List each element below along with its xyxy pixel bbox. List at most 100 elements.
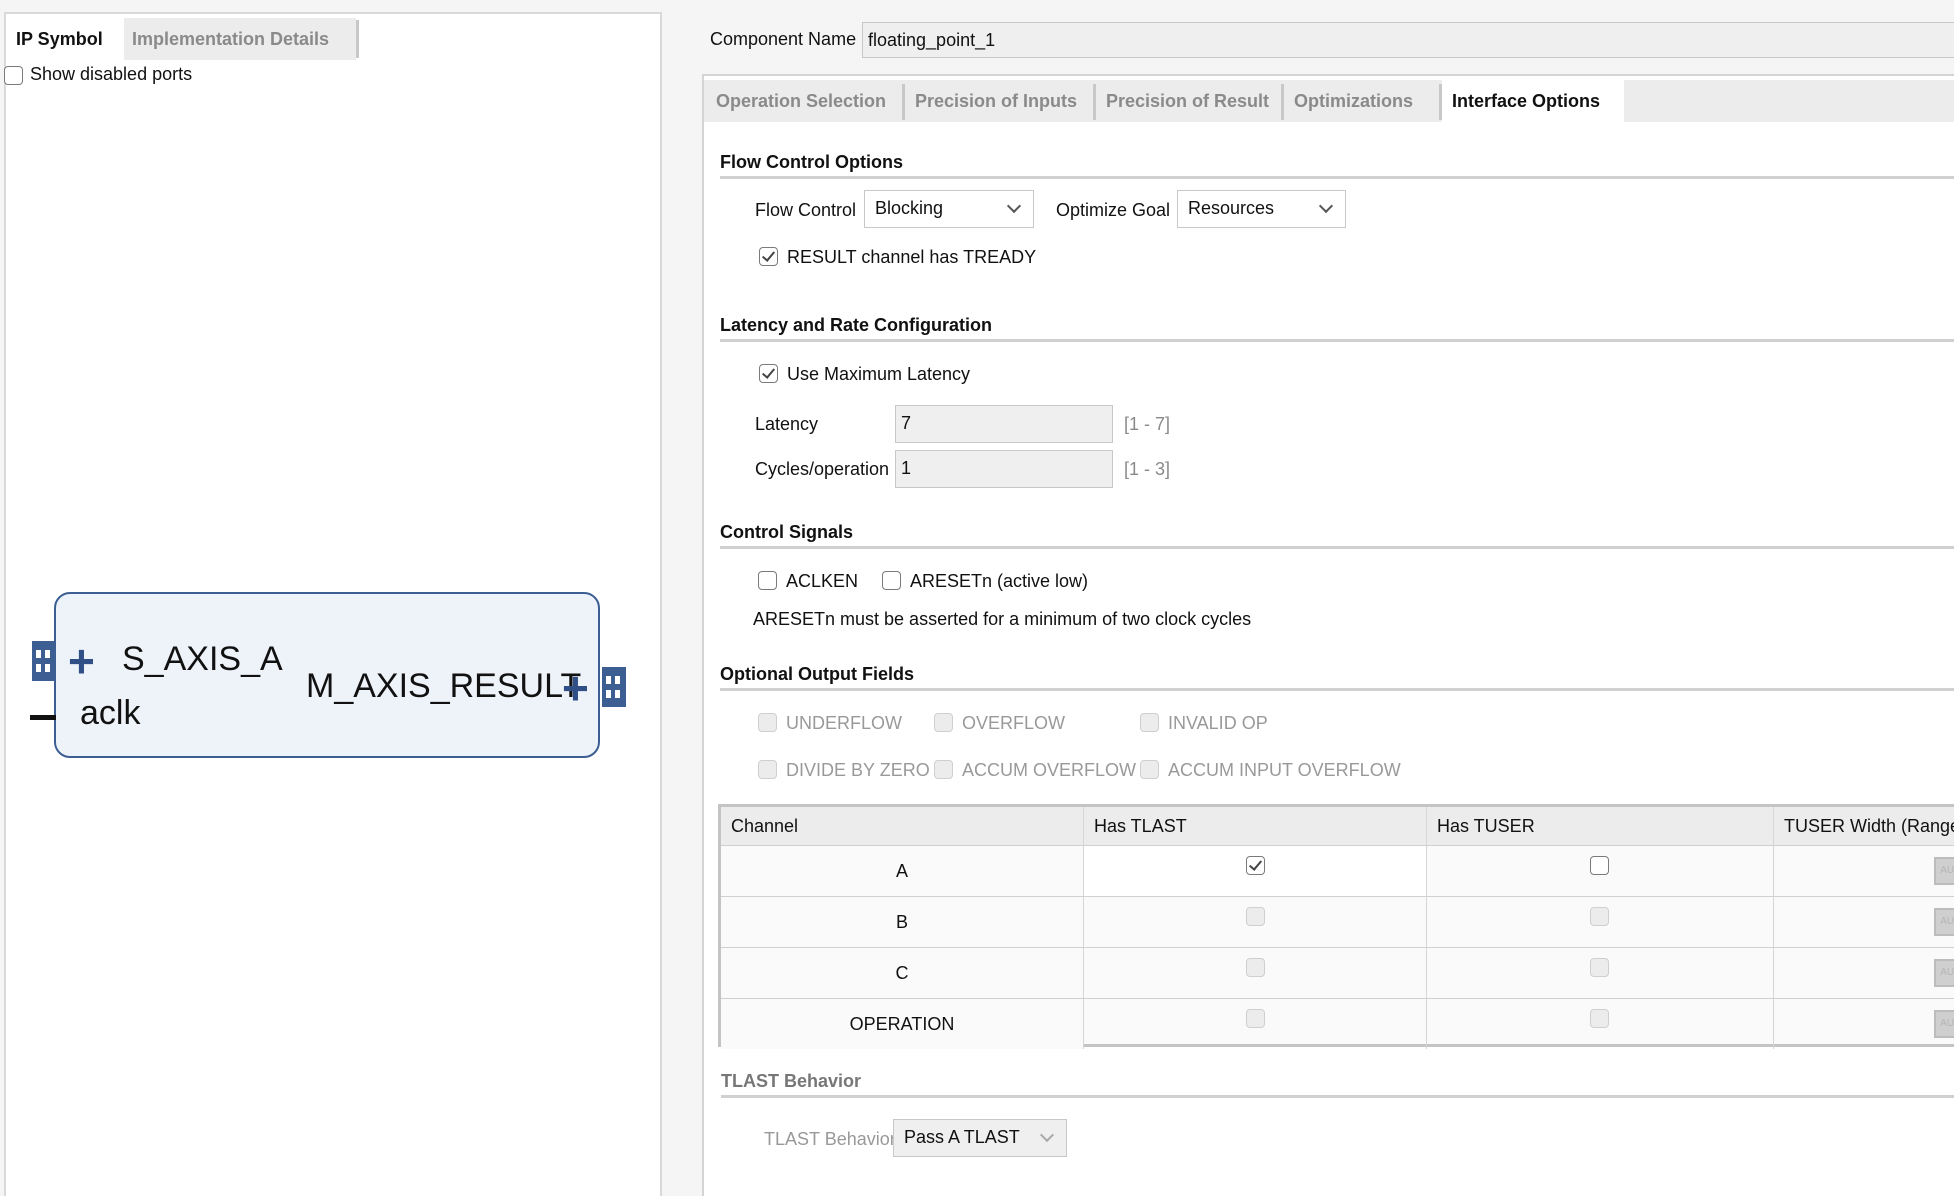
config-tab-strip: Operation Selection Precision of Inputs … <box>704 80 1954 122</box>
has-tuser-checkbox[interactable] <box>1590 1009 1609 1028</box>
use-max-latency-checkbox[interactable] <box>759 364 778 383</box>
port-s-axis-a[interactable]: S_AXIS_A <box>122 640 283 679</box>
column-header-has-tlast[interactable]: Has TLAST <box>1084 807 1427 845</box>
accum-input-overflow-label: ACCUM INPUT OVERFLOW <box>1168 760 1401 780</box>
has-tlast-cell <box>1084 897 1427 947</box>
component-name-input[interactable] <box>862 22 1954 58</box>
has-tlast-checkbox[interactable] <box>1246 958 1265 977</box>
has-tuser-cell <box>1427 846 1774 896</box>
has-tlast-cell <box>1084 948 1427 998</box>
has-tlast-checkbox[interactable] <box>1246 1009 1265 1028</box>
has-tuser-cell <box>1427 999 1774 1049</box>
optimize-goal-dropdown[interactable]: Resources <box>1177 190 1346 228</box>
tuser-width-auto-button[interactable]: AUTO <box>1934 959 1954 987</box>
has-tlast-cell <box>1084 846 1427 896</box>
tab-separator <box>356 20 359 58</box>
latency-range: [1 - 7] <box>1124 414 1171 434</box>
latency-input[interactable]: 7 <box>895 405 1113 443</box>
cycles-per-operation-input[interactable]: 1 <box>895 450 1113 488</box>
tuser-width-cell: AUTO <box>1774 846 1954 896</box>
cycles-per-operation-range: [1 - 3] <box>1124 459 1171 479</box>
underflow-label: UNDERFLOW <box>786 713 902 733</box>
tlast-behavior-label: TLAST Behavior <box>764 1129 896 1149</box>
port-aclk[interactable]: aclk <box>80 694 140 733</box>
control-signals-section-title: Control Signals <box>720 522 854 542</box>
show-disabled-ports-label: Show disabled ports <box>30 64 193 84</box>
tuser-width-auto-button[interactable]: AUTO <box>1934 908 1954 936</box>
has-tuser-cell <box>1427 897 1774 947</box>
flow-control-value: Blocking <box>875 198 944 218</box>
m-axis-result-expand-plus-icon[interactable]: + <box>562 665 589 711</box>
has-tuser-cell <box>1427 948 1774 998</box>
aclken-checkbox[interactable] <box>758 571 777 590</box>
tuser-width-cell: AUTO <box>1774 897 1954 947</box>
column-header-has-tuser[interactable]: Has TUSER <box>1427 807 1774 845</box>
tab-implementation-details[interactable]: Implementation Details <box>124 18 356 60</box>
has-tlast-cell <box>1084 999 1427 1049</box>
table-row: C AUTO <box>721 947 1954 998</box>
tab-interface-options[interactable]: Interface Options <box>1442 80 1624 122</box>
optimize-goal-label: Optimize Goal <box>1056 200 1171 220</box>
tab-ip-symbol[interactable]: IP Symbol <box>8 18 124 60</box>
port-m-axis-result[interactable]: M_AXIS_RESULT <box>306 667 581 706</box>
accum-input-overflow-checkbox[interactable] <box>1140 760 1159 779</box>
result-tready-checkbox[interactable] <box>759 247 778 266</box>
tuser-width-auto-button[interactable]: AUTO <box>1934 857 1954 885</box>
table-row: A AUTO <box>721 845 1954 896</box>
channel-table: Channel Has TLAST Has TUSER TUSER Width … <box>718 804 1954 1049</box>
latency-label: Latency <box>755 414 819 434</box>
flow-control-dropdown[interactable]: Blocking <box>864 190 1034 228</box>
tlast-behavior-value: Pass A TLAST <box>904 1127 1020 1147</box>
has-tuser-checkbox[interactable] <box>1590 856 1609 875</box>
section-divider <box>721 1095 1954 1098</box>
tab-precision-of-result[interactable]: Precision of Result <box>1096 80 1281 122</box>
flow-control-section-title: Flow Control Options <box>720 152 903 172</box>
channel-cell: B <box>721 897 1084 947</box>
latency-section-title: Latency and Rate Configuration <box>720 315 993 335</box>
section-divider <box>720 176 1954 179</box>
underflow-checkbox[interactable] <box>758 713 777 732</box>
tab-precision-of-inputs[interactable]: Precision of Inputs <box>905 80 1093 122</box>
optional-output-section-title: Optional Output Fields <box>720 664 914 684</box>
tlast-behavior-section-title: TLAST Behavior <box>721 1071 862 1091</box>
aresetn-checkbox[interactable] <box>882 571 901 590</box>
tuser-width-cell: AUTO <box>1774 948 1954 998</box>
m-axis-result-bus-icon[interactable] <box>602 667 626 707</box>
aresetn-label: ARESETn (active low) <box>910 571 1089 591</box>
has-tuser-checkbox[interactable] <box>1590 907 1609 926</box>
aclken-label: ACLKEN <box>786 571 859 591</box>
component-name-label: Component Name <box>710 29 857 49</box>
flow-control-label: Flow Control <box>755 200 857 220</box>
aclk-wire-icon[interactable] <box>30 715 56 720</box>
has-tuser-checkbox[interactable] <box>1590 958 1609 977</box>
column-header-channel[interactable]: Channel <box>721 807 1084 845</box>
channel-cell: OPERATION <box>721 999 1084 1049</box>
accum-overflow-checkbox[interactable] <box>934 760 953 779</box>
s-axis-a-bus-icon[interactable] <box>32 641 56 681</box>
section-divider <box>720 688 1954 691</box>
table-row: B AUTO <box>721 896 1954 947</box>
column-header-tuser-width[interactable]: TUSER Width (Range: <box>1774 807 1954 845</box>
accum-overflow-label: ACCUM OVERFLOW <box>962 760 1137 780</box>
tab-optimizations[interactable]: Optimizations <box>1284 80 1439 122</box>
left-tab-strip: IP Symbol Implementation Details <box>6 18 660 60</box>
section-divider <box>720 339 1954 342</box>
divide-by-zero-checkbox[interactable] <box>758 760 777 779</box>
result-tready-label: RESULT channel has TREADY <box>787 247 1037 267</box>
s-axis-a-expand-plus-icon[interactable]: + <box>68 638 95 684</box>
tuser-width-cell: AUTO <box>1774 999 1954 1049</box>
invalid-op-checkbox[interactable] <box>1140 713 1159 732</box>
overflow-checkbox[interactable] <box>934 713 953 732</box>
overflow-label: OVERFLOW <box>962 713 1066 733</box>
show-disabled-ports-checkbox[interactable] <box>4 66 23 85</box>
has-tlast-checkbox[interactable] <box>1246 856 1265 875</box>
use-max-latency-label: Use Maximum Latency <box>787 364 971 384</box>
chevron-down-icon <box>1006 198 1022 214</box>
invalid-op-label: INVALID OP <box>1168 713 1268 733</box>
tuser-width-auto-button[interactable]: AUTO <box>1934 1010 1954 1038</box>
has-tlast-checkbox[interactable] <box>1246 907 1265 926</box>
tab-operation-selection[interactable]: Operation Selection <box>706 80 902 122</box>
aresetn-note: ARESETn must be asserted for a minimum o… <box>753 609 1252 629</box>
tlast-behavior-dropdown[interactable]: Pass A TLAST <box>893 1119 1067 1157</box>
channel-cell: C <box>721 948 1084 998</box>
